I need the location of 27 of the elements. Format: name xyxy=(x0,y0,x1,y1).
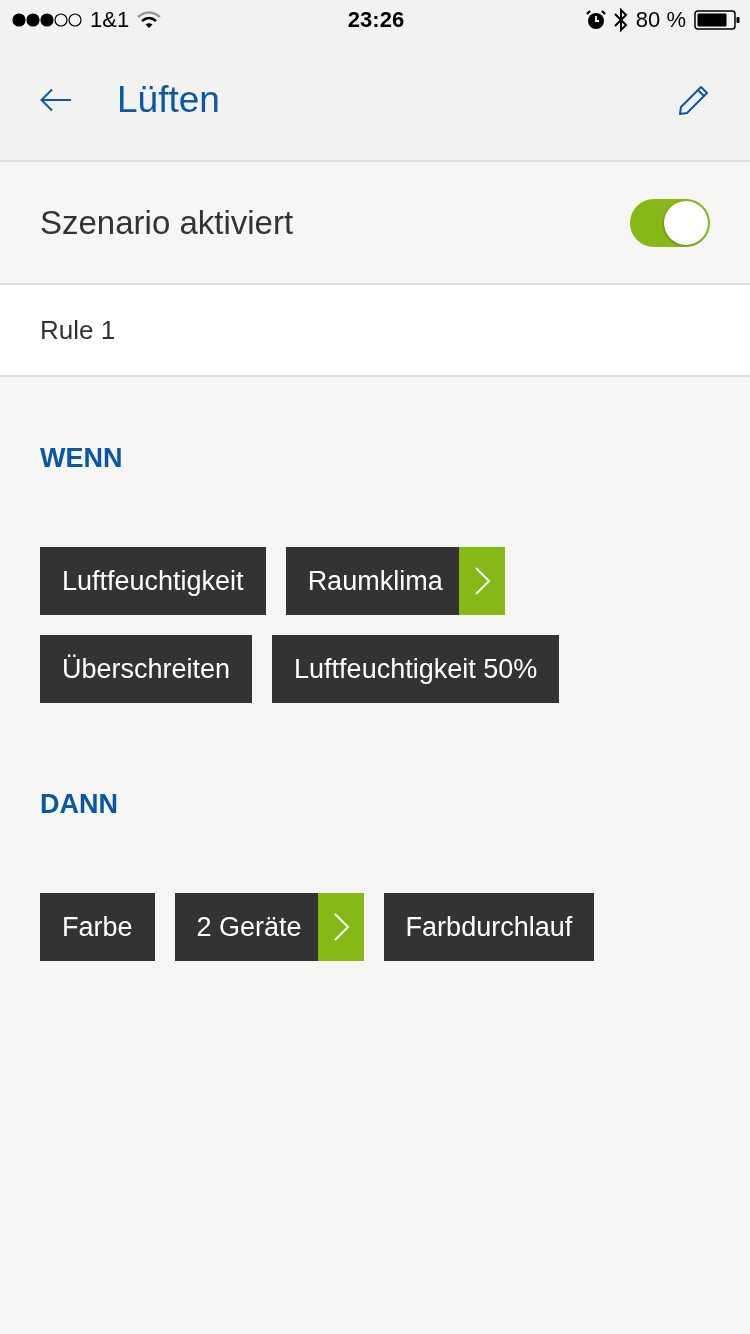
rule-name: Rule 1 xyxy=(40,314,116,346)
chevron-right-icon xyxy=(458,547,505,615)
rule-chip[interactable]: Farbdurchlauf xyxy=(383,893,595,961)
page-title: Lüften xyxy=(117,78,221,122)
back-arrow-icon xyxy=(40,88,72,112)
link-chip[interactable]: Raumklima xyxy=(285,547,505,615)
battery-percentage: 80 % xyxy=(635,7,686,33)
section-heading: DANN xyxy=(40,789,118,819)
signal-strength-icon xyxy=(12,13,82,27)
carrier-name: 1&1 xyxy=(90,7,130,33)
edit-icon xyxy=(678,84,710,116)
edit-button[interactable] xyxy=(678,84,710,116)
alarm-clock-icon xyxy=(585,10,606,30)
chevron-right-icon xyxy=(317,893,364,961)
rule-chip[interactable]: Farbe xyxy=(40,893,155,961)
wifi-icon xyxy=(137,11,162,29)
link-chip[interactable]: 2 Geräte xyxy=(174,893,364,961)
section-heading: WENN xyxy=(40,443,123,473)
rule-chip[interactable]: Überschreiten xyxy=(40,635,253,703)
rule-chip[interactable]: Luftfeuchtigkeit xyxy=(40,547,266,615)
scenario-toggle-switch[interactable] xyxy=(630,198,710,247)
toggle-label: Szenario aktiviert xyxy=(40,202,294,243)
back-button[interactable] xyxy=(40,88,72,112)
bluetooth-icon xyxy=(613,8,628,32)
clock-time: 23:26 xyxy=(347,7,405,33)
rule-chip[interactable]: Luftfeuchtigkeit 50% xyxy=(272,635,560,703)
battery-icon xyxy=(694,10,740,30)
